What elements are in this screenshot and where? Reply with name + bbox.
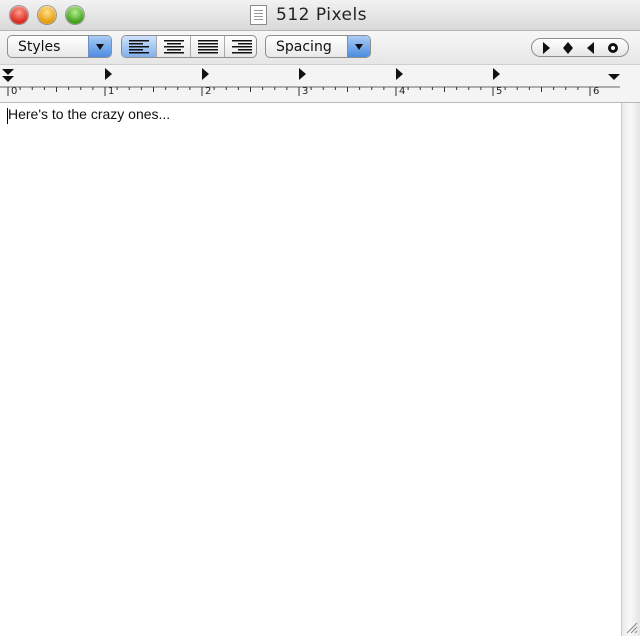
window-title: 512 Pixels (276, 5, 368, 25)
minimize-button[interactable] (38, 6, 56, 24)
chevron-down-icon (347, 36, 370, 57)
zoom-button[interactable] (66, 6, 84, 24)
left-margin-marker (2, 76, 14, 82)
styles-popup[interactable]: Styles (7, 35, 112, 58)
formatting-toolbar: Styles Spacing (0, 31, 640, 65)
tab-stop-marker (493, 68, 500, 80)
tab-stop-marker (105, 68, 112, 80)
chevron-down-icon (88, 36, 111, 57)
tab-stop-marker (396, 68, 403, 80)
ruler-label-5: 5 (496, 86, 503, 97)
tab-stop-marker (202, 68, 209, 80)
play-icon (543, 42, 550, 54)
vertical-scrollbar[interactable] (621, 103, 640, 636)
align-center-icon (164, 40, 184, 54)
title-bar[interactable]: 512 Pixels (0, 0, 640, 31)
back-icon (587, 42, 594, 54)
back-button[interactable] (582, 41, 600, 55)
ruler-label-4: 4 (399, 86, 406, 97)
align-justify-button[interactable] (190, 36, 224, 57)
ruler-ticks (0, 68, 620, 96)
document-text: Here's to the crazy ones... (8, 106, 171, 122)
diamond-icon (563, 42, 573, 54)
styles-popup-label: Styles (18, 39, 61, 55)
text-editor-window: 512 Pixels Styles Spacing 0 1 2 3 4 5 6 … (0, 0, 640, 636)
first-line-indent-marker (2, 69, 14, 75)
close-button[interactable] (10, 6, 28, 24)
ruler-label-2: 2 (205, 86, 212, 97)
align-right-button[interactable] (224, 36, 256, 57)
align-left-button[interactable] (122, 36, 156, 57)
ruler-label-1: 1 (108, 86, 115, 97)
ruler-label-6: 6 (593, 86, 600, 97)
diamond-button[interactable] (559, 41, 577, 55)
tab-stop-marker (299, 68, 306, 80)
resize-grip-icon[interactable] (624, 620, 638, 634)
alignment-segmented-control[interactable] (121, 35, 257, 58)
record-button[interactable] (604, 41, 622, 55)
align-right-icon (232, 40, 252, 54)
spacing-popup[interactable]: Spacing (265, 35, 371, 58)
document-text-area[interactable]: Here's to the crazy ones... (0, 103, 621, 636)
play-button[interactable] (537, 41, 555, 55)
right-margin-marker (608, 74, 620, 80)
align-left-icon (129, 40, 149, 54)
align-justify-icon (198, 40, 218, 54)
ruler-label-3: 3 (302, 86, 309, 97)
align-center-button[interactable] (156, 36, 190, 57)
spacing-popup-label: Spacing (276, 39, 332, 55)
ruler-label-0: 0 (11, 86, 18, 97)
ruler[interactable]: 0 1 2 3 4 5 6 (0, 65, 640, 103)
navigation-segmented-control[interactable] (531, 38, 629, 57)
document-icon (250, 5, 267, 25)
record-icon (608, 43, 618, 53)
